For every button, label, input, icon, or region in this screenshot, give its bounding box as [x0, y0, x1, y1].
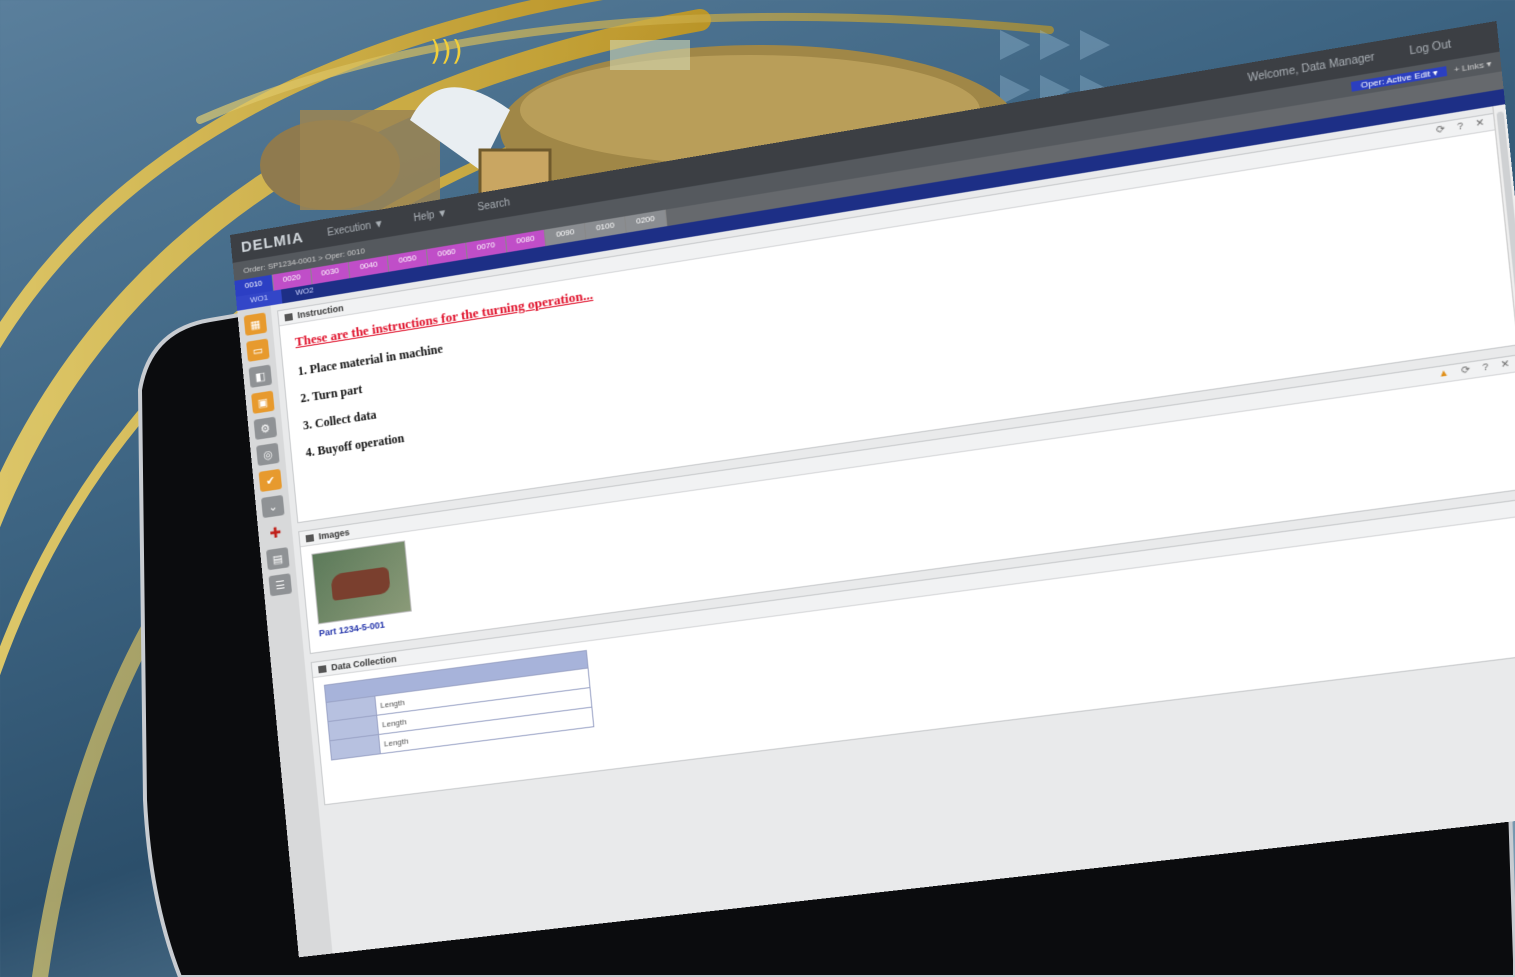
image-icon[interactable]: ▤ — [266, 547, 290, 571]
menu-execution[interactable]: Execution ▼ — [327, 218, 384, 239]
data-collection-panel-title: Data Collection — [330, 653, 398, 673]
cross-icon[interactable]: ✚ — [264, 521, 288, 544]
doc-icon[interactable]: ◧ — [248, 364, 273, 388]
menu-help[interactable]: Help ▼ — [413, 207, 448, 224]
images-panel-title: Images — [318, 527, 350, 542]
gear-icon[interactable]: ⚙ — [253, 416, 278, 440]
chevron-down-icon[interactable]: ⌄ — [261, 494, 285, 519]
window-icon[interactable]: ▭ — [246, 338, 270, 362]
links-button[interactable]: + Links ▾ — [1453, 58, 1491, 74]
warning-icon: ▲ — [1437, 365, 1455, 380]
panel-icon — [305, 533, 315, 542]
part-thumbnail[interactable] — [311, 540, 412, 625]
grid-icon[interactable]: ▦ — [243, 312, 268, 336]
target-icon[interactable]: ◎ — [256, 442, 280, 467]
menu-search[interactable]: Search — [477, 197, 510, 214]
check-icon[interactable]: ✔ — [258, 468, 283, 493]
monitor-icon[interactable]: ▣ — [251, 390, 275, 414]
panel-icon — [318, 664, 327, 673]
list-icon[interactable]: ☰ — [268, 573, 293, 597]
logout-link[interactable]: Log Out — [1409, 38, 1452, 57]
panel-icon — [284, 312, 293, 321]
